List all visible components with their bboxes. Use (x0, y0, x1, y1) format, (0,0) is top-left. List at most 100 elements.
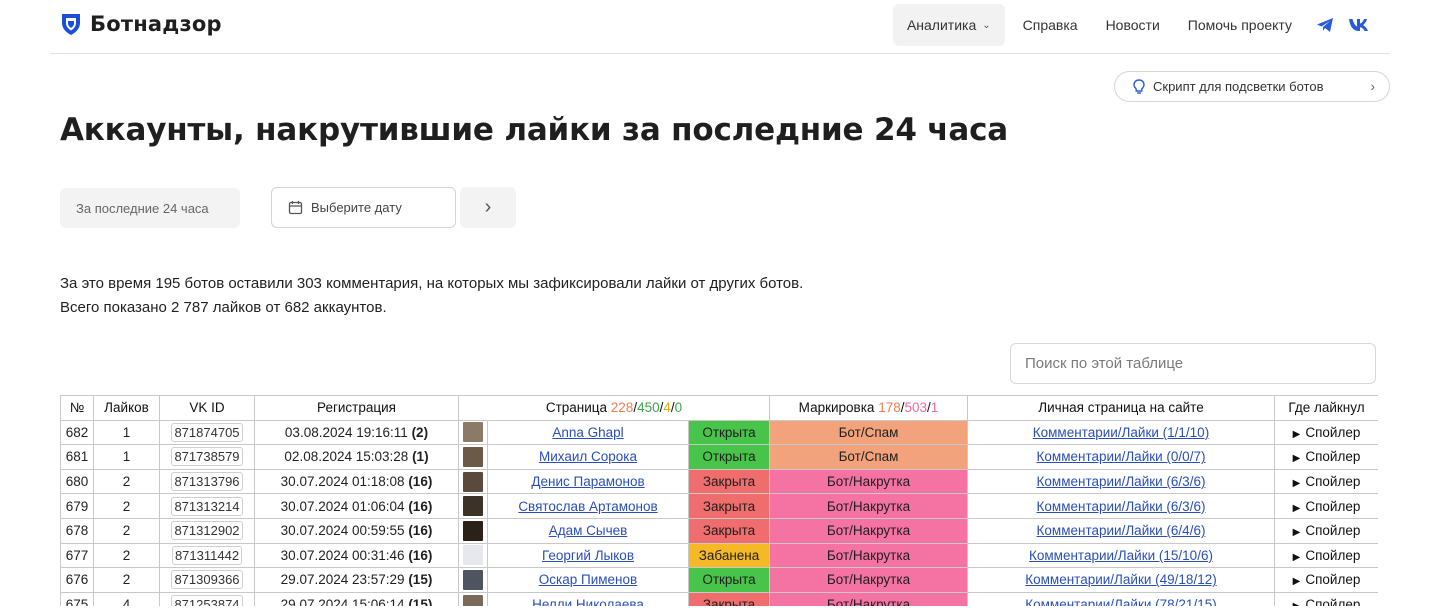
page-count-open: 228 (610, 400, 634, 416)
row-avatar-cell (458, 419, 488, 446)
nav-help[interactable]: Справка (1009, 4, 1092, 46)
spoiler-toggle[interactable]: ▶ Спойлер (1293, 449, 1361, 464)
script-highlight-button[interactable]: Скрипт для подсветки ботов › (1114, 71, 1390, 102)
spoiler-toggle[interactable]: ▶ Спойлер (1293, 425, 1361, 440)
vkid-field[interactable]: 871874705 (171, 422, 243, 442)
triangle-right-icon: ▶ (1292, 478, 1301, 490)
vkid-field[interactable]: 871311442 (171, 545, 243, 565)
personal-page-link[interactable]: Комментарии/Лайки (0/0/7) (1037, 449, 1206, 464)
profile-link[interactable]: Адам Сычев (549, 523, 628, 538)
profile-link[interactable]: Михаил Сорока (539, 449, 637, 464)
triangle-right-icon: ▶ (1292, 428, 1301, 440)
marking-badge: Бот/Накрутка (769, 591, 968, 606)
avatar (463, 545, 483, 566)
row-registration: 30.07.2024 00:59:55 (16) (254, 517, 459, 544)
vkid-field[interactable]: 871312902 (171, 521, 243, 541)
period-preset-button[interactable]: За последние 24 часа (60, 188, 240, 228)
registration-count: (16) (408, 523, 433, 539)
row-name-cell: Михаил Сорока (487, 444, 689, 470)
row-name-cell: Нелли Николаева (487, 591, 689, 606)
profile-link[interactable]: Нелли Николаева (532, 597, 644, 606)
row-name-cell: Оскар Пименов (487, 567, 689, 593)
row-avatar-cell (458, 468, 488, 495)
marking-badge: Бот/Спам (769, 419, 968, 446)
vkid-field[interactable]: 871253874 (171, 595, 243, 606)
personal-page-link[interactable]: Комментарии/Лайки (78/21/15) (1025, 597, 1216, 606)
vkid-field[interactable]: 871738579 (171, 447, 243, 467)
profile-link[interactable]: Оскар Пименов (539, 572, 637, 587)
spoiler-toggle[interactable]: ▶ Спойлер (1293, 597, 1361, 606)
row-likes: 2 (93, 542, 160, 569)
row-name-cell: Адам Сычев (487, 517, 689, 544)
profile-link[interactable]: Георгий Лыков (542, 548, 634, 563)
table-body: 682 1 871874705 03.08.2024 19:16:11 (2) Anna… (60, 419, 1378, 606)
spoiler-toggle[interactable]: ▶ Спойлер (1293, 572, 1361, 587)
vkid-field[interactable]: 871313214 (171, 496, 243, 516)
row-number: 678 (60, 517, 94, 544)
chevron-right-icon: › (484, 196, 492, 218)
profile-link[interactable]: Денис Парамонов (531, 474, 644, 489)
status-badge: Закрыта (688, 493, 770, 519)
profile-link[interactable]: Святослав Артамонов (518, 499, 657, 514)
row-registration: 02.08.2024 15:03:28 (1) (254, 444, 459, 470)
table-search-input[interactable] (1010, 343, 1376, 384)
avatar (463, 422, 483, 443)
row-where-cell: ▶ Спойлер (1274, 444, 1378, 470)
personal-page-link[interactable]: Комментарии/Лайки (6/4/6) (1037, 523, 1206, 538)
col-header-where[interactable]: Где лайкнул (1274, 395, 1378, 421)
shield-logo-icon (60, 12, 82, 36)
profile-link[interactable]: Anna Ghapl (552, 425, 623, 440)
spoiler-toggle[interactable]: ▶ Спойлер (1293, 548, 1361, 563)
date-picker[interactable]: Выберите дату (271, 187, 456, 228)
col-header-marking[interactable]: Маркировка 178/503/1 (769, 395, 968, 421)
row-where-cell: ▶ Спойлер (1274, 542, 1378, 569)
row-personal-cell: Комментарии/Лайки (49/18/12) (967, 567, 1275, 593)
row-number: 677 (60, 542, 94, 569)
site-header: Ботнадзор Аналитика ⌄ Справка Новости По… (50, 0, 1390, 54)
personal-page-link[interactable]: Комментарии/Лайки (15/10/6) (1029, 548, 1213, 563)
row-number: 682 (60, 419, 94, 446)
col-header-registration[interactable]: Регистрация (254, 395, 459, 421)
nav-news[interactable]: Новости (1092, 4, 1174, 46)
avatar (463, 471, 483, 492)
col-header-personal[interactable]: Личная страница на сайте (967, 395, 1275, 421)
spoiler-toggle[interactable]: ▶ Спойлер (1293, 499, 1361, 514)
mark-count-nak: 503 (904, 400, 928, 416)
next-period-button[interactable]: › (460, 187, 516, 228)
main-nav: Аналитика ⌄ Справка Новости Помочь проек… (892, 4, 1390, 46)
col-header-likes[interactable]: Лайков (93, 395, 160, 421)
marking-badge: Бот/Накрутка (769, 542, 968, 569)
col-header-page[interactable]: Страница 228/450/4/0 (458, 395, 770, 421)
vkid-field[interactable]: 871313796 (171, 472, 243, 492)
spoiler-toggle[interactable]: ▶ Спойлер (1293, 474, 1361, 489)
table-row: 677 2 871311442 30.07.2024 00:31:46 (16) Гео… (60, 542, 1378, 569)
status-badge: Открыта (688, 419, 770, 446)
row-likes: 2 (93, 468, 160, 495)
brand-name: Ботнадзор (90, 12, 222, 36)
table-header-row: № Лайков VK ID Регистрация Страница 228/… (60, 395, 1378, 421)
row-personal-cell: Комментарии/Лайки (15/10/6) (967, 542, 1275, 569)
nav-analytics[interactable]: Аналитика ⌄ (892, 4, 1005, 46)
personal-page-link[interactable]: Комментарии/Лайки (1/1/10) (1033, 425, 1209, 440)
telegram-icon[interactable] (1316, 17, 1334, 33)
vk-icon[interactable] (1348, 18, 1370, 32)
row-vkid-cell: 871253874 (159, 591, 255, 606)
col-header-no[interactable]: № (60, 395, 94, 421)
row-where-cell: ▶ Спойлер (1274, 591, 1378, 606)
spoiler-label: Спойлер (1305, 449, 1361, 465)
personal-page-link[interactable]: Комментарии/Лайки (6/3/6) (1037, 499, 1206, 514)
marking-badge: Бот/Накрутка (769, 517, 968, 544)
personal-page-link[interactable]: Комментарии/Лайки (49/18/12) (1025, 572, 1216, 587)
spoiler-toggle[interactable]: ▶ Спойлер (1293, 523, 1361, 538)
col-header-vkid[interactable]: VK ID (159, 395, 255, 421)
marking-badge: Бот/Накрутка (769, 493, 968, 519)
avatar (463, 446, 483, 467)
personal-page-link[interactable]: Комментарии/Лайки (6/3/6) (1037, 474, 1206, 489)
nav-support[interactable]: Помочь проекту (1174, 4, 1306, 46)
logo[interactable]: Ботнадзор (60, 12, 222, 36)
row-likes: 2 (93, 493, 160, 519)
mark-count-other: 1 (930, 400, 939, 416)
row-where-cell: ▶ Спойлер (1274, 419, 1378, 446)
summary-line-1: За это время 195 ботов оставили 303 комм… (60, 275, 804, 292)
vkid-field[interactable]: 871309366 (171, 570, 243, 590)
